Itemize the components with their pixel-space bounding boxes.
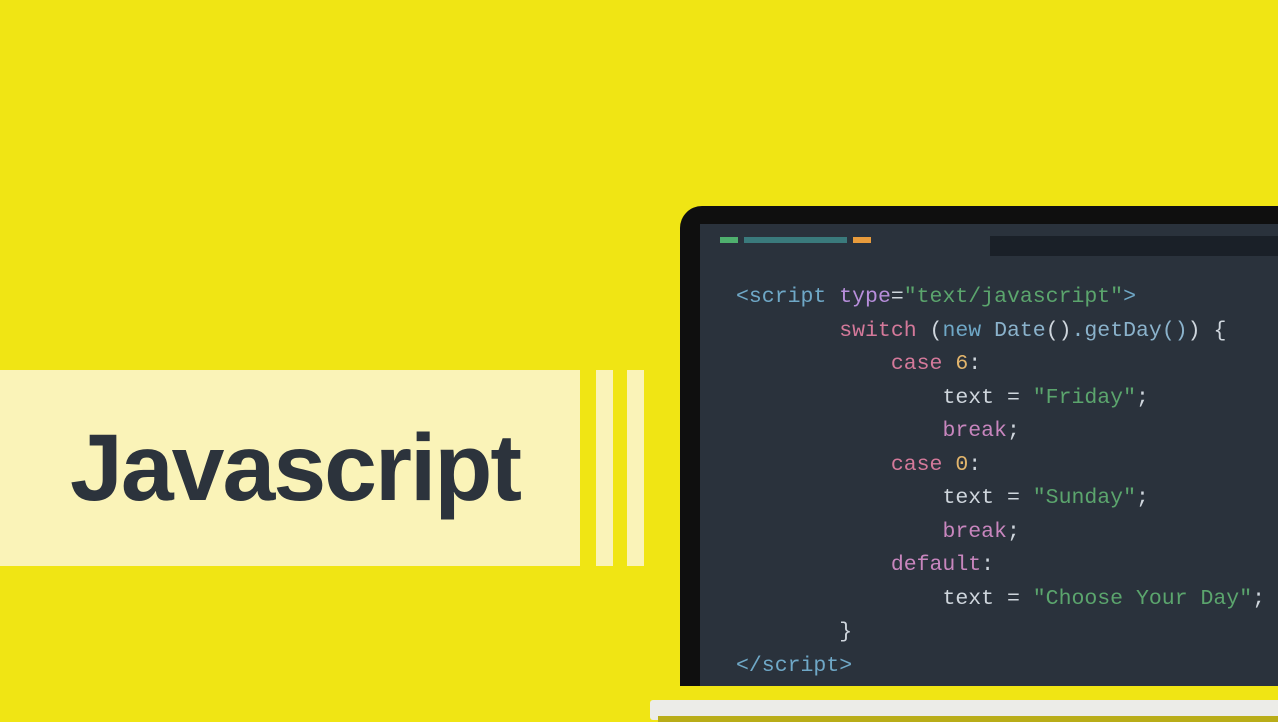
code-token: { bbox=[1213, 319, 1226, 343]
code-token: default bbox=[891, 553, 981, 577]
code-token: Date bbox=[994, 319, 1046, 343]
code-token: ; bbox=[1136, 386, 1149, 410]
laptop-screen: <script type="text/javascript"> switch (… bbox=[700, 224, 1278, 686]
laptop-shadow bbox=[658, 716, 1278, 722]
code-token: "Choose Your Day" bbox=[1033, 587, 1252, 611]
tab-indicator-green bbox=[720, 237, 738, 243]
code-token: ) bbox=[1188, 319, 1214, 343]
code-editor: <script type="text/javascript"> switch (… bbox=[700, 256, 1278, 693]
code-token: "text/javascript" bbox=[904, 285, 1123, 309]
code-token: text bbox=[942, 386, 994, 410]
code-token: ; bbox=[1007, 520, 1020, 544]
code-token: ; bbox=[1252, 587, 1265, 611]
code-token: .getDay() bbox=[1072, 319, 1188, 343]
code-token: new bbox=[942, 319, 981, 343]
code-token: : bbox=[981, 553, 994, 577]
code-token: = bbox=[994, 587, 1033, 611]
decorative-stripe bbox=[596, 370, 613, 566]
code-token: "Sunday" bbox=[1033, 486, 1136, 510]
code-token: = bbox=[891, 285, 904, 309]
code-token: <script bbox=[736, 285, 826, 309]
decorative-stripe bbox=[627, 370, 644, 566]
code-token: 0 bbox=[955, 453, 968, 477]
laptop-illustration: <script type="text/javascript"> switch (… bbox=[680, 206, 1278, 720]
code-token: = bbox=[994, 386, 1033, 410]
code-token: case bbox=[891, 453, 943, 477]
code-token: ( bbox=[930, 319, 943, 343]
code-token: break bbox=[942, 419, 1007, 443]
code-token: : bbox=[968, 352, 981, 376]
editor-tab-strip bbox=[990, 236, 1278, 256]
page-title: Javascript bbox=[70, 414, 520, 523]
code-token: = bbox=[994, 486, 1033, 510]
code-token: 6 bbox=[955, 352, 968, 376]
code-token: ; bbox=[1007, 419, 1020, 443]
tab-indicator-orange bbox=[853, 237, 871, 243]
code-token: > bbox=[1123, 285, 1136, 309]
code-token: </script bbox=[736, 654, 839, 678]
code-token: case bbox=[891, 352, 943, 376]
laptop-bezel: <script type="text/javascript"> switch (… bbox=[680, 206, 1278, 686]
code-token: "Friday" bbox=[1033, 386, 1136, 410]
tab-indicator-teal bbox=[744, 237, 847, 243]
code-token: : bbox=[968, 453, 981, 477]
code-token: break bbox=[942, 520, 1007, 544]
code-token: type bbox=[839, 285, 891, 309]
code-token: ; bbox=[1136, 486, 1149, 510]
code-token: > bbox=[839, 654, 852, 678]
code-token: switch bbox=[839, 319, 916, 343]
code-token: text bbox=[942, 587, 994, 611]
title-banner: Javascript bbox=[0, 370, 580, 566]
code-token: text bbox=[942, 486, 994, 510]
code-token: } bbox=[839, 620, 852, 644]
